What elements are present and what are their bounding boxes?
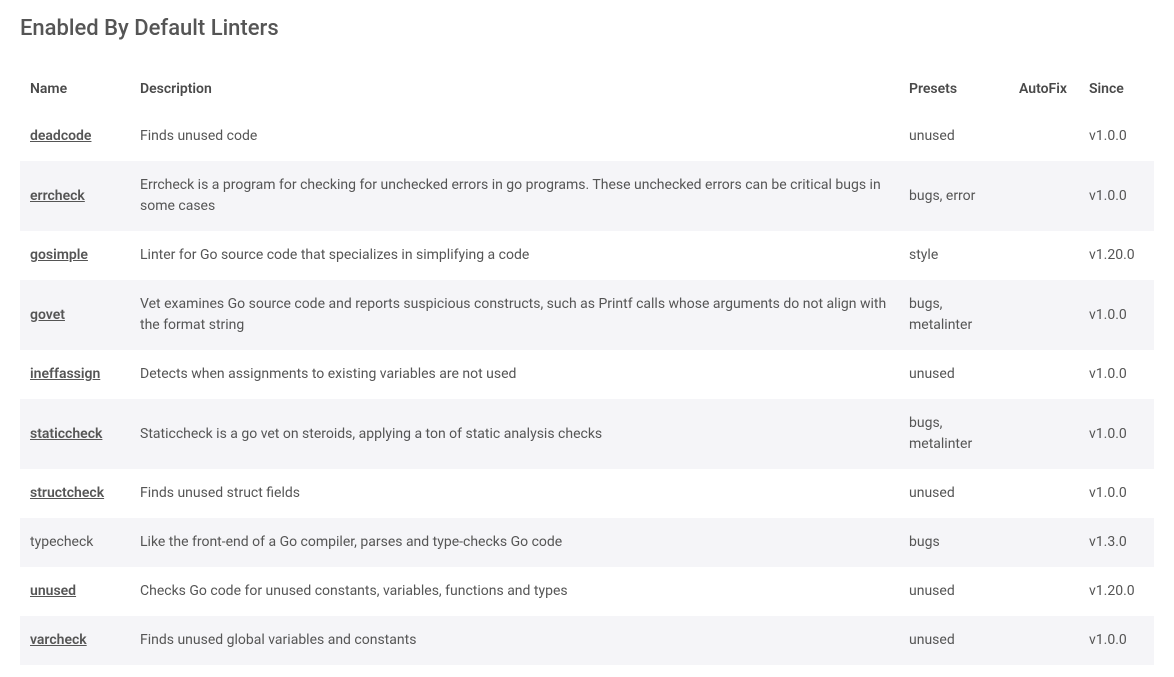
cell-presets: style	[899, 231, 1009, 280]
cell-since: v1.0.0	[1079, 616, 1154, 665]
linter-link[interactable]: staticcheck	[30, 426, 102, 442]
table-row: unusedChecks Go code for unused constant…	[20, 567, 1154, 616]
cell-description: Errcheck is a program for checking for u…	[130, 161, 899, 231]
cell-autofix	[1009, 280, 1079, 350]
cell-autofix	[1009, 469, 1079, 518]
cell-description: Linter for Go source code that specializ…	[130, 231, 899, 280]
cell-presets: unused	[899, 616, 1009, 665]
cell-description: Finds unused code	[130, 112, 899, 161]
table-row: errcheck Errcheck is a program for checki…	[20, 161, 1154, 231]
cell-name: errcheck	[20, 161, 130, 231]
cell-autofix	[1009, 567, 1079, 616]
linter-link[interactable]: gosimple	[30, 247, 88, 263]
table-row: structcheck Finds unused struct fieldsunu…	[20, 469, 1154, 518]
cell-description: Like the front-end of a Go compiler, par…	[130, 518, 899, 567]
cell-name: govet	[20, 280, 130, 350]
cell-autofix	[1009, 112, 1079, 161]
linters-table: Name Description Presets AutoFix Since d…	[20, 67, 1154, 665]
column-header-description: Description	[130, 67, 899, 112]
cell-description: Finds unused global variables and consta…	[130, 616, 899, 665]
cell-since: v1.20.0	[1079, 231, 1154, 280]
table-row: ineffassign Detects when assignments to e…	[20, 350, 1154, 399]
cell-name: typecheck	[20, 518, 130, 567]
cell-name: unused	[20, 567, 130, 616]
cell-name: deadcode	[20, 112, 130, 161]
linter-name: typecheck	[30, 534, 93, 550]
cell-since: v1.0.0	[1079, 399, 1154, 469]
cell-presets: unused	[899, 567, 1009, 616]
column-header-name: Name	[20, 67, 130, 112]
cell-presets: unused	[899, 469, 1009, 518]
cell-description: Detects when assignments to existing var…	[130, 350, 899, 399]
cell-presets: unused	[899, 350, 1009, 399]
cell-presets: bugs	[899, 518, 1009, 567]
cell-autofix	[1009, 231, 1079, 280]
column-header-since: Since	[1079, 67, 1154, 112]
cell-since: v1.0.0	[1079, 350, 1154, 399]
linter-link[interactable]: structcheck	[30, 485, 104, 501]
cell-since: v1.20.0	[1079, 567, 1154, 616]
cell-autofix	[1009, 518, 1079, 567]
linter-link[interactable]: deadcode	[30, 128, 91, 144]
table-row: gosimple Linter for Go source code that s…	[20, 231, 1154, 280]
cell-name: staticcheck	[20, 399, 130, 469]
cell-description: Finds unused struct fields	[130, 469, 899, 518]
cell-name: structcheck	[20, 469, 130, 518]
linter-link[interactable]: unused	[30, 583, 76, 599]
cell-presets: unused	[899, 112, 1009, 161]
cell-description: Checks Go code for unused constants, var…	[130, 567, 899, 616]
table-row: govet Vet examines Go source code and rep…	[20, 280, 1154, 350]
linter-link[interactable]: govet	[30, 307, 65, 323]
linter-link[interactable]: varcheck	[30, 632, 87, 648]
cell-description: Vet examines Go source code and reports …	[130, 280, 899, 350]
page-title: Enabled By Default Linters	[20, 12, 1154, 45]
cell-autofix	[1009, 161, 1079, 231]
table-row: typecheck Like the front-end of a Go comp…	[20, 518, 1154, 567]
cell-presets: bugs, metalinter	[899, 399, 1009, 469]
cell-autofix	[1009, 350, 1079, 399]
cell-name: ineffassign	[20, 350, 130, 399]
table-row: deadcode Finds unused codeunused v1.0.0	[20, 112, 1154, 161]
cell-autofix	[1009, 399, 1079, 469]
cell-autofix	[1009, 616, 1079, 665]
table-row: varcheck Finds unused global variables an…	[20, 616, 1154, 665]
cell-since: v1.0.0	[1079, 112, 1154, 161]
table-row: staticcheck Staticcheck is a go vet on st…	[20, 399, 1154, 469]
column-header-autofix: AutoFix	[1009, 67, 1079, 112]
linter-link[interactable]: errcheck	[30, 188, 85, 204]
cell-name: varcheck	[20, 616, 130, 665]
cell-since: v1.3.0	[1079, 518, 1154, 567]
table-header-row: Name Description Presets AutoFix Since	[20, 67, 1154, 112]
cell-since: v1.0.0	[1079, 280, 1154, 350]
cell-name: gosimple	[20, 231, 130, 280]
cell-since: v1.0.0	[1079, 469, 1154, 518]
cell-presets: bugs, metalinter	[899, 280, 1009, 350]
linter-link[interactable]: ineffassign	[30, 366, 100, 382]
column-header-presets: Presets	[899, 67, 1009, 112]
cell-since: v1.0.0	[1079, 161, 1154, 231]
cell-presets: bugs, error	[899, 161, 1009, 231]
cell-description: Staticcheck is a go vet on steroids, app…	[130, 399, 899, 469]
